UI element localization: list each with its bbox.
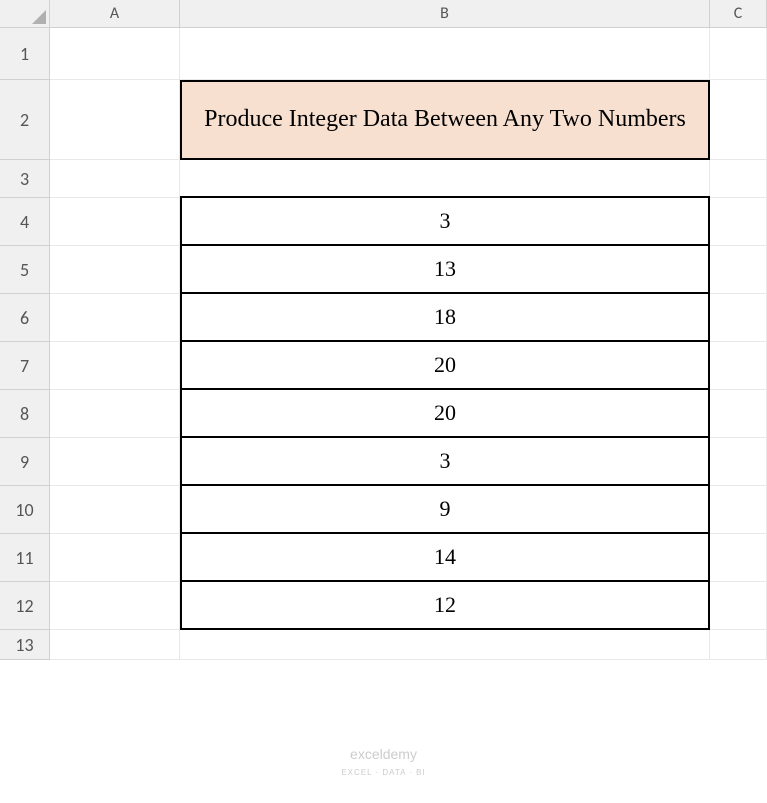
watermark: exceldemy EXCEL · DATA · BI [341, 746, 425, 778]
cell-a13[interactable] [50, 630, 180, 660]
data-cell-b7[interactable]: 20 [180, 340, 710, 390]
cell-a7[interactable] [50, 342, 180, 390]
cell-c5[interactable] [710, 246, 767, 294]
cell-a6[interactable] [50, 294, 180, 342]
data-cell-b10[interactable]: 9 [180, 484, 710, 534]
data-cell-b4[interactable]: 3 [180, 196, 710, 246]
data-cell-b5[interactable]: 13 [180, 244, 710, 294]
watermark-sub: EXCEL · DATA · BI [341, 768, 425, 777]
row-header-13[interactable]: 13 [0, 630, 50, 660]
cell-a3[interactable] [50, 160, 180, 198]
data-cell-b6[interactable]: 18 [180, 292, 710, 342]
cell-c8[interactable] [710, 390, 767, 438]
data-cell-b11[interactable]: 14 [180, 532, 710, 582]
cell-a4[interactable] [50, 198, 180, 246]
row-header-7[interactable]: 7 [0, 342, 50, 390]
data-cell-b9[interactable]: 3 [180, 436, 710, 486]
cell-a9[interactable] [50, 438, 180, 486]
cell-a1[interactable] [50, 28, 180, 80]
cell-c3[interactable] [710, 160, 767, 198]
cell-a8[interactable] [50, 390, 180, 438]
column-header-a[interactable]: A [50, 0, 180, 28]
cell-c10[interactable] [710, 486, 767, 534]
cell-b3[interactable] [180, 160, 710, 198]
cell-c2[interactable] [710, 80, 767, 160]
cell-a12[interactable] [50, 582, 180, 630]
spreadsheet-grid: A B C 1 2 Produce Integer Data Between A… [0, 0, 767, 660]
row-header-3[interactable]: 3 [0, 160, 50, 198]
cell-c6[interactable] [710, 294, 767, 342]
row-header-10[interactable]: 10 [0, 486, 50, 534]
watermark-main: exceldemy [350, 746, 417, 762]
row-header-8[interactable]: 8 [0, 390, 50, 438]
row-header-5[interactable]: 5 [0, 246, 50, 294]
cell-c4[interactable] [710, 198, 767, 246]
data-cell-b8[interactable]: 20 [180, 388, 710, 438]
cell-a10[interactable] [50, 486, 180, 534]
cell-c11[interactable] [710, 534, 767, 582]
cell-c7[interactable] [710, 342, 767, 390]
cell-c9[interactable] [710, 438, 767, 486]
row-header-1[interactable]: 1 [0, 28, 50, 80]
column-header-b[interactable]: B [180, 0, 710, 28]
row-header-9[interactable]: 9 [0, 438, 50, 486]
cell-c13[interactable] [710, 630, 767, 660]
cell-b1[interactable] [180, 28, 710, 80]
cell-a5[interactable] [50, 246, 180, 294]
title-cell[interactable]: Produce Integer Data Between Any Two Num… [180, 80, 710, 160]
row-header-4[interactable]: 4 [0, 198, 50, 246]
cell-a11[interactable] [50, 534, 180, 582]
cell-a2[interactable] [50, 80, 180, 160]
cell-c1[interactable] [710, 28, 767, 80]
row-header-11[interactable]: 11 [0, 534, 50, 582]
row-header-12[interactable]: 12 [0, 582, 50, 630]
cell-c12[interactable] [710, 582, 767, 630]
row-header-2[interactable]: 2 [0, 80, 50, 160]
column-header-c[interactable]: C [710, 0, 767, 28]
row-header-6[interactable]: 6 [0, 294, 50, 342]
select-all-corner[interactable] [0, 0, 50, 28]
data-cell-b12[interactable]: 12 [180, 580, 710, 630]
cell-b13[interactable] [180, 630, 710, 660]
